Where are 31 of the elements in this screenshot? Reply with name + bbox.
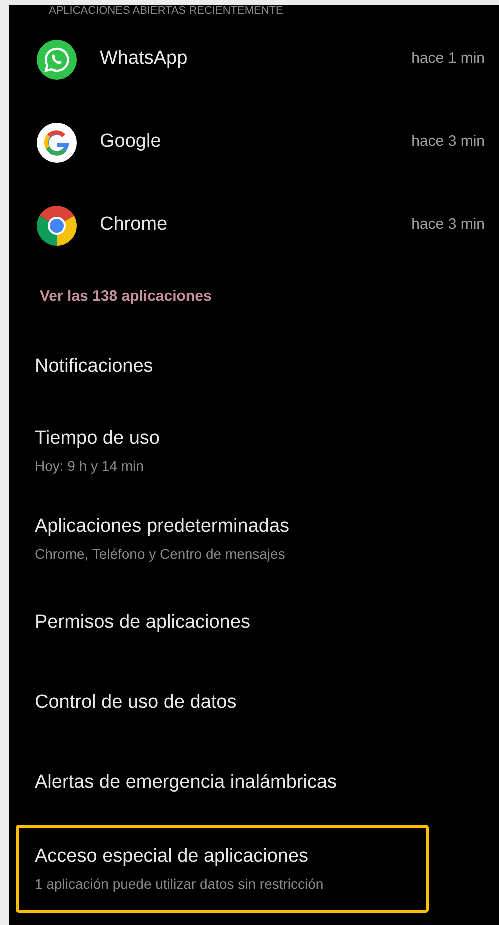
app-row[interactable]: Chrome hace 3 min <box>9 184 499 267</box>
settings-subtitle: Chrome, Teléfono y Centro de mensajes <box>35 545 286 564</box>
settings-subtitle: 1 aplicación puede utilizar datos sin restricción <box>35 875 325 894</box>
app-name: Chrome <box>100 213 168 238</box>
chat-bubble-phone-icon <box>37 40 77 80</box>
section-header: APLICACIONES ABIERTAS RECIENTEMENTE <box>49 5 284 17</box>
settings-title: Permisos de aplicaciones <box>35 610 252 635</box>
settings-item[interactable]: Control de uso de datos <box>16 663 429 743</box>
settings-item[interactable]: Notificaciones <box>16 327 429 407</box>
settings-item[interactable]: Permisos de aplicaciones <box>16 583 429 663</box>
chrome-logo-icon <box>37 206 77 246</box>
settings-item[interactable]: Aplicaciones predeterminadas Chrome, Teléfono y Centro de mensajes <box>16 495 429 583</box>
settings-title: Aplicaciones predeterminadas <box>35 514 291 539</box>
app-row[interactable]: Google hace 3 min <box>9 101 499 184</box>
letter-g-icon <box>37 122 77 162</box>
last-opened-time: hace 3 min <box>412 132 485 152</box>
settings-title: Control de uso de datos <box>35 690 238 715</box>
settings-item[interactable]: Acceso especial de aplicaciones 1 aplicación puede utilizar datos sin restricción <box>16 825 429 913</box>
app-name: WhatsApp <box>100 47 188 72</box>
settings-item[interactable]: Alertas de emergencia inalámbricas <box>16 743 429 823</box>
settings-title: Notificaciones <box>35 354 154 379</box>
last-opened-time: hace 1 min <box>412 49 485 70</box>
settings-title: Tiempo de uso <box>35 426 161 451</box>
app-row[interactable]: WhatsApp hace 1 min <box>9 18 499 101</box>
settings-title: Acceso especial de aplicaciones <box>35 844 310 869</box>
settings-subtitle: Hoy: 9 h y 14 min <box>35 457 145 476</box>
last-opened-time: hace 3 min <box>412 215 485 236</box>
app-name: Google <box>100 130 162 154</box>
see-all-apps-link[interactable]: Ver las 138 aplicaciones <box>40 286 212 308</box>
settings-title: Alertas de emergencia inalámbricas <box>35 770 338 795</box>
settings-item[interactable]: Tiempo de uso Hoy: 9 h y 14 min <box>16 407 429 495</box>
